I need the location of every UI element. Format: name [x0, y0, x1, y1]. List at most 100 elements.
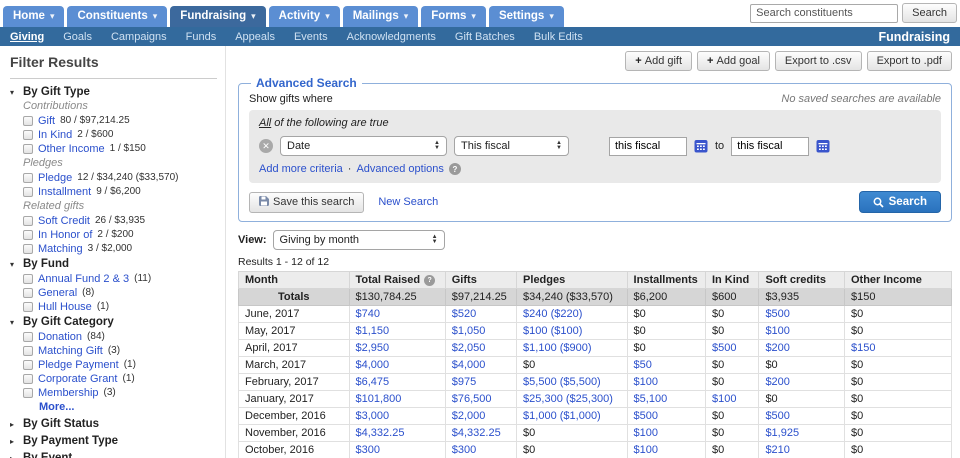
- filter-item-link[interactable]: Other Income: [38, 143, 105, 155]
- filter-item-link[interactable]: Donation: [38, 331, 82, 343]
- amount-link[interactable]: $240 ($220): [517, 306, 628, 323]
- help-icon[interactable]: ?: [424, 275, 435, 286]
- checkbox[interactable]: [23, 302, 33, 312]
- amount-link[interactable]: $200: [759, 340, 845, 357]
- checkbox[interactable]: [23, 187, 33, 197]
- subnav-item-events[interactable]: Events: [294, 31, 328, 43]
- advanced-options-link[interactable]: Advanced options: [356, 163, 443, 175]
- new-search-link[interactable]: New Search: [378, 196, 438, 208]
- nav-tab-forms[interactable]: Forms▾: [421, 6, 486, 27]
- amount-link[interactable]: $1,100 ($900): [517, 340, 628, 357]
- amount-link[interactable]: $1,000 ($1,000): [517, 408, 628, 425]
- add-goal-button[interactable]: +Add goal: [697, 51, 770, 71]
- amount-link[interactable]: $500: [705, 340, 758, 357]
- checkbox[interactable]: [23, 332, 33, 342]
- search-input[interactable]: [750, 4, 898, 23]
- filter-item-link[interactable]: Matching: [38, 243, 83, 255]
- nav-tab-home[interactable]: Home▾: [3, 6, 64, 27]
- checkbox[interactable]: [23, 244, 33, 254]
- amount-link[interactable]: $100: [705, 391, 758, 408]
- subnav-item-goals[interactable]: Goals: [63, 31, 92, 43]
- amount-link[interactable]: $500: [627, 408, 705, 425]
- all-toggle-link[interactable]: All: [259, 117, 271, 129]
- checkbox[interactable]: [23, 130, 33, 140]
- operator-select[interactable]: This fiscal ▲▼: [454, 136, 569, 156]
- filter-item-link[interactable]: Pledge: [38, 172, 72, 184]
- filter-item-link[interactable]: Hull House: [38, 301, 92, 313]
- amount-link[interactable]: $2,950: [349, 340, 445, 357]
- filter-item-link[interactable]: Pledge Payment: [38, 359, 119, 371]
- nav-tab-settings[interactable]: Settings▾: [489, 6, 564, 27]
- filter-section-header-by-gift-type[interactable]: ▾By Gift Type: [10, 86, 217, 98]
- subnav-item-giving[interactable]: Giving: [10, 31, 44, 43]
- amount-link[interactable]: $500: [759, 306, 845, 323]
- subnav-item-gift-batches[interactable]: Gift Batches: [455, 31, 515, 43]
- filter-section-header-by-fund[interactable]: ▾By Fund: [10, 258, 217, 270]
- date-to-input[interactable]: [731, 137, 809, 156]
- amount-link[interactable]: $210: [759, 442, 845, 458]
- view-select[interactable]: Giving by month ▲▼: [273, 230, 445, 250]
- subnav-item-appeals[interactable]: Appeals: [235, 31, 275, 43]
- filter-item-link[interactable]: Corporate Grant: [38, 373, 117, 385]
- checkbox[interactable]: [23, 360, 33, 370]
- amount-link[interactable]: $500: [759, 408, 845, 425]
- filter-item-link[interactable]: General: [38, 287, 77, 299]
- save-this-search-button[interactable]: Save this search: [249, 192, 364, 213]
- amount-link[interactable]: $4,332.25: [349, 425, 445, 442]
- amount-link[interactable]: $740: [349, 306, 445, 323]
- filter-item-link[interactable]: Annual Fund 2 & 3: [38, 273, 129, 285]
- checkbox[interactable]: [23, 173, 33, 183]
- amount-link[interactable]: $1,050: [445, 323, 516, 340]
- filter-item-link[interactable]: In Kind: [38, 129, 72, 141]
- subnav-item-acknowledgments[interactable]: Acknowledgments: [347, 31, 436, 43]
- amount-link[interactable]: $2,050: [445, 340, 516, 357]
- filter-section-header-by-gift-status[interactable]: ▸By Gift Status: [10, 418, 217, 430]
- amount-link[interactable]: $1,150: [349, 323, 445, 340]
- amount-link[interactable]: $1,925: [759, 425, 845, 442]
- checkbox[interactable]: [23, 388, 33, 398]
- subnav-item-funds[interactable]: Funds: [186, 31, 217, 43]
- nav-tab-mailings[interactable]: Mailings▾: [343, 6, 419, 27]
- amount-link[interactable]: $6,475: [349, 374, 445, 391]
- checkbox[interactable]: [23, 274, 33, 284]
- export-to-csv-button[interactable]: Export to .csv: [775, 51, 862, 71]
- amount-link[interactable]: $3,000: [349, 408, 445, 425]
- help-icon[interactable]: ?: [449, 163, 461, 175]
- amount-link[interactable]: $25,300 ($25,300): [517, 391, 628, 408]
- filter-section-header-by-payment-type[interactable]: ▸By Payment Type: [10, 435, 217, 447]
- calendar-icon[interactable]: [694, 139, 708, 153]
- amount-link[interactable]: $520: [445, 306, 516, 323]
- checkbox[interactable]: [23, 288, 33, 298]
- checkbox[interactable]: [23, 216, 33, 226]
- subnav-item-bulk-edits[interactable]: Bulk Edits: [534, 31, 583, 43]
- amount-link[interactable]: $300: [349, 442, 445, 458]
- checkbox[interactable]: [23, 144, 33, 154]
- amount-link[interactable]: $100: [627, 374, 705, 391]
- filter-item-link[interactable]: Soft Credit: [38, 215, 90, 227]
- amount-link[interactable]: $101,800: [349, 391, 445, 408]
- add-gift-button[interactable]: +Add gift: [625, 51, 692, 71]
- amount-link[interactable]: $5,100: [627, 391, 705, 408]
- filter-section-header-by-gift-category[interactable]: ▾By Gift Category: [10, 316, 217, 328]
- checkbox[interactable]: [23, 116, 33, 126]
- amount-link[interactable]: $975: [445, 374, 516, 391]
- calendar-icon[interactable]: [816, 139, 830, 153]
- amount-link[interactable]: $100: [627, 425, 705, 442]
- amount-link[interactable]: $4,000: [349, 357, 445, 374]
- nav-tab-fundraising[interactable]: Fundraising▾: [170, 6, 265, 27]
- filter-item-link[interactable]: Membership: [38, 387, 99, 399]
- amount-link[interactable]: $300: [445, 442, 516, 458]
- subnav-item-campaigns[interactable]: Campaigns: [111, 31, 167, 43]
- amount-link[interactable]: $76,500: [445, 391, 516, 408]
- checkbox[interactable]: [23, 346, 33, 356]
- amount-link[interactable]: $150: [844, 340, 951, 357]
- nav-tab-constituents[interactable]: Constituents▾: [67, 6, 167, 27]
- filter-section-header-by-event[interactable]: ▸By Event: [10, 452, 217, 458]
- filter-item-link[interactable]: Matching Gift: [38, 345, 103, 357]
- amount-link[interactable]: $100 ($100): [517, 323, 628, 340]
- checkbox[interactable]: [23, 230, 33, 240]
- filter-item-link[interactable]: In Honor of: [38, 229, 92, 241]
- more-link[interactable]: More...: [39, 401, 217, 413]
- export-to-pdf-button[interactable]: Export to .pdf: [867, 51, 952, 71]
- nav-tab-activity[interactable]: Activity▾: [269, 6, 340, 27]
